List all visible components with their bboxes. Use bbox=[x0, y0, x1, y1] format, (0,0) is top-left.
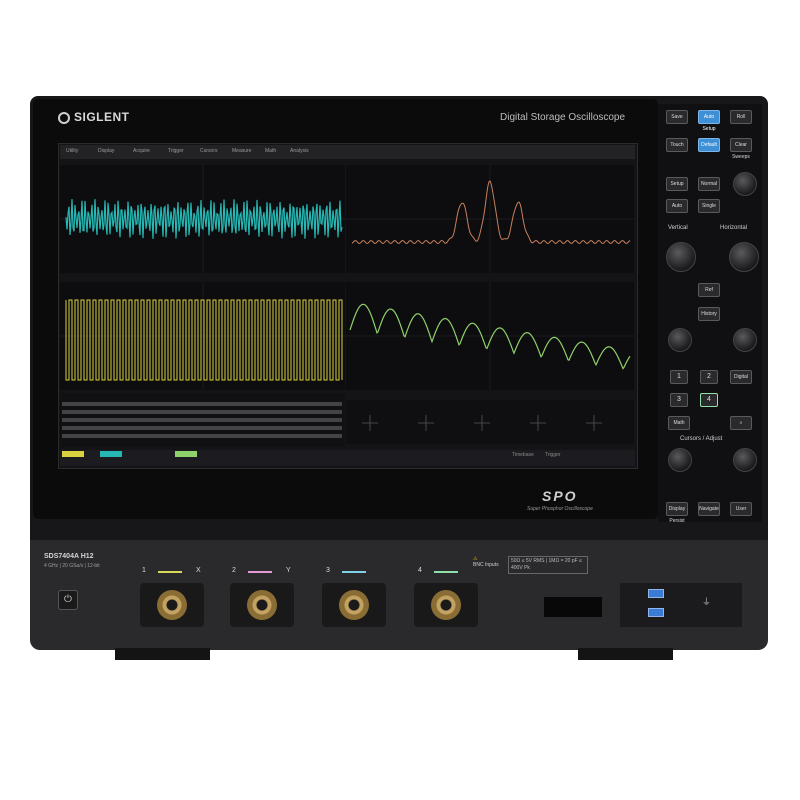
bnc-spec-label: 50Ω ≤ 5V RMS | 1MΩ = 20 pF ≤ 400V Pk bbox=[508, 556, 588, 574]
auto-button[interactable]: Auto bbox=[666, 199, 688, 213]
channel-3-key[interactable]: 3 bbox=[670, 393, 688, 407]
ground-icon: ⏚ bbox=[702, 597, 712, 607]
touch-button[interactable]: Touch bbox=[666, 138, 688, 152]
cursors-adjust-label: Cursors / Adjust bbox=[680, 436, 723, 442]
bnc-inputs-label: ⚠ BNC Inputs bbox=[473, 556, 499, 568]
model-label: SDS7404A H12 bbox=[44, 553, 94, 560]
power-icon: ⏻ bbox=[64, 594, 72, 605]
right-foot bbox=[578, 648, 673, 660]
channel-4-label: 4 bbox=[418, 567, 422, 574]
zoom-icon: ⌕ bbox=[739, 420, 743, 426]
fft-waveform bbox=[351, 180, 631, 245]
power-button[interactable]: ⏻ bbox=[58, 590, 78, 610]
left-foot bbox=[115, 648, 210, 660]
normal-button[interactable]: Normal bbox=[698, 177, 720, 191]
bnc-connector-icon bbox=[157, 590, 187, 620]
front-port-slot bbox=[544, 597, 602, 617]
channel-tags bbox=[62, 451, 197, 457]
channel-3-label: 3 bbox=[326, 567, 330, 574]
usb-port-1[interactable] bbox=[648, 589, 664, 598]
empty-grid-crosses bbox=[362, 415, 602, 431]
channel-2-suffix: Y bbox=[286, 567, 291, 574]
usb-port-2[interactable] bbox=[648, 608, 664, 617]
channel-1-suffix: X bbox=[196, 567, 201, 574]
measurement-rows bbox=[62, 402, 342, 438]
channel-2-key[interactable]: 2 bbox=[700, 370, 718, 384]
digital-button[interactable]: Digital bbox=[730, 370, 752, 384]
roll-button[interactable]: Roll bbox=[730, 110, 752, 124]
channel-1-label: 1 bbox=[142, 567, 146, 574]
ch1-waveform bbox=[65, 199, 343, 239]
bnc-connector-icon bbox=[339, 590, 369, 620]
navigate-button[interactable]: Navigate bbox=[698, 502, 720, 516]
usb-port-block bbox=[620, 583, 742, 627]
user-button[interactable]: User bbox=[730, 502, 752, 516]
channel-2-label: 2 bbox=[232, 567, 236, 574]
history-button[interactable]: History bbox=[698, 307, 720, 321]
channel-3-color-bar bbox=[342, 571, 366, 573]
clear-sweeps-button[interactable]: Clear Sweeps bbox=[730, 138, 752, 160]
bnc-connector-icon bbox=[431, 590, 461, 620]
display-persist-button[interactable]: Display Persist bbox=[666, 502, 688, 524]
ch2-waveform bbox=[65, 299, 343, 381]
channel-1-color-bar bbox=[158, 571, 182, 573]
cursor-knob-left[interactable] bbox=[668, 448, 692, 472]
horizontal-label: Horizontal bbox=[720, 225, 748, 231]
single-button[interactable]: Single bbox=[698, 199, 720, 213]
channel-2-color-bar bbox=[248, 571, 272, 573]
grid-lines bbox=[60, 165, 634, 390]
bnc-connector-icon bbox=[247, 590, 277, 620]
channel-4-key[interactable]: 4 bbox=[700, 393, 718, 407]
horizontal-position-knob[interactable] bbox=[733, 328, 757, 352]
setup-button[interactable]: Setup bbox=[666, 177, 688, 191]
default-button[interactable]: Default bbox=[698, 138, 720, 152]
vertical-scale-knob[interactable] bbox=[666, 242, 696, 272]
ref-button[interactable]: Ref bbox=[698, 283, 720, 297]
save-button[interactable]: Save bbox=[666, 110, 688, 124]
model-spec-label: 4 GHz | 20 GSa/s | 12-bit bbox=[44, 563, 100, 569]
bnc-input-ch4[interactable] bbox=[414, 583, 478, 627]
bnc-input-ch2[interactable] bbox=[230, 583, 294, 627]
trigger-level-knob[interactable] bbox=[733, 172, 757, 196]
horizontal-scale-knob[interactable] bbox=[729, 242, 759, 272]
vertical-label: Vertical bbox=[668, 225, 688, 231]
bnc-input-ch1[interactable] bbox=[140, 583, 204, 627]
spo-tagline: Super Phosphor Oscilloscope bbox=[527, 506, 593, 512]
channel-4-color-bar bbox=[434, 571, 458, 573]
zoom-button[interactable]: ⌕ bbox=[730, 416, 752, 430]
auto-setup-button[interactable]: Auto Setup bbox=[698, 110, 720, 132]
vertical-position-knob[interactable] bbox=[668, 328, 692, 352]
channel-1-key[interactable]: 1 bbox=[670, 370, 688, 384]
math-button[interactable]: Math bbox=[668, 416, 690, 430]
cursor-knob-right[interactable] bbox=[733, 448, 757, 472]
spo-logo: SPO bbox=[542, 488, 578, 504]
bnc-input-ch3[interactable] bbox=[322, 583, 386, 627]
